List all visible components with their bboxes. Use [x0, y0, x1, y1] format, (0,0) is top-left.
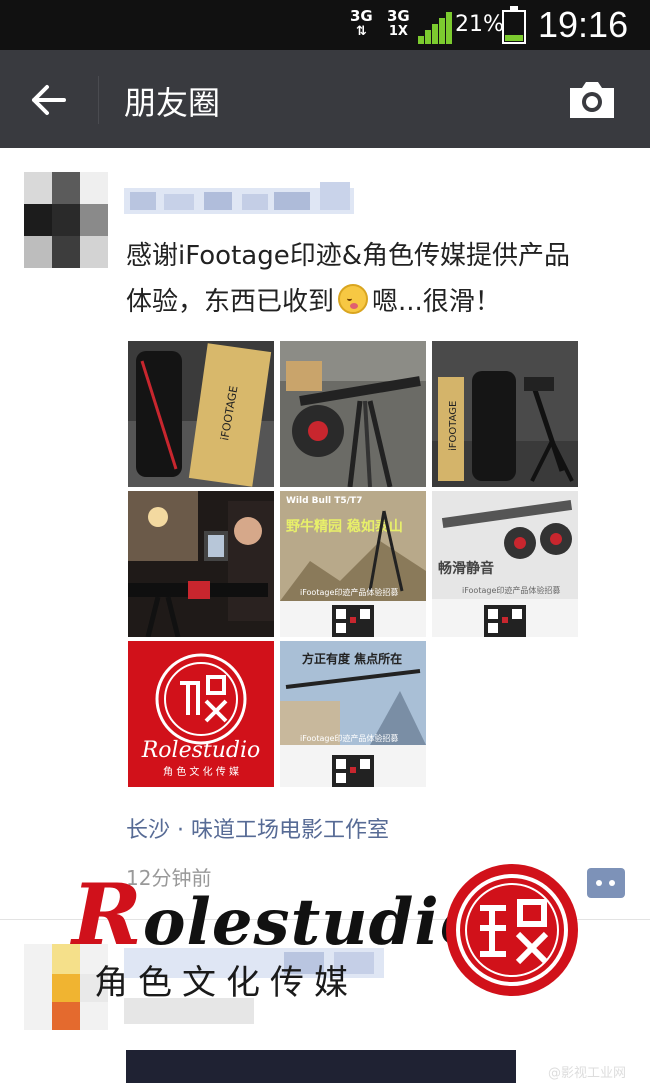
- back-button[interactable]: [20, 72, 80, 128]
- rolestudio-text: Rolestudio: [141, 738, 261, 763]
- post-image-6[interactable]: 畅滑静音 iFootage印迹产品体验招募: [432, 491, 578, 637]
- network-3g-indicator: 3G ⇅: [350, 8, 373, 40]
- post-image-1[interactable]: iFOOTAGE: [128, 341, 274, 487]
- battery-icon: [502, 6, 526, 44]
- banner-caption: iFootage印迹产品体验招募: [462, 585, 560, 595]
- post-image-3[interactable]: iFOOTAGE: [432, 341, 578, 487]
- rolestudio-sub: 角 色 文 化 传 媒: [163, 765, 239, 778]
- nav-divider: [98, 76, 99, 124]
- avatar[interactable]: [24, 172, 108, 268]
- network-3g1x-indicator: 3G 1X: [387, 8, 410, 40]
- page-title: 朋友圈: [124, 84, 221, 122]
- post-location-link[interactable]: 长沙 · 味道工场电影工作室: [126, 812, 389, 844]
- status-bar: 3G ⇅ 3G 1X 21% 19:16: [0, 0, 650, 50]
- post-image-5[interactable]: Wild Bull T5/T7 野牛精园 稳如泰山 iFootage印迹产品体验…: [280, 491, 426, 637]
- post-image-7-rolestudio-logo[interactable]: Rolestudio 角 色 文 化 传 媒: [128, 641, 274, 787]
- post-image-4[interactable]: [128, 491, 274, 637]
- rolestudio-watermark-subtitle: 角色文化传媒: [94, 963, 358, 1003]
- rolestudio-seal-icon: [444, 862, 580, 998]
- data-arrows-icon: ⇅: [355, 24, 367, 39]
- site-watermark: @影视工业网: [548, 1066, 627, 1081]
- post-text-line1: 感谢iFootage印迹&角色传媒提供产品: [126, 241, 570, 271]
- battery-level-fill: [505, 34, 523, 41]
- banner-headline: 畅滑静音: [438, 560, 494, 577]
- next-post-image-preview[interactable]: [126, 1050, 516, 1083]
- battery-percent: 21%: [455, 12, 504, 37]
- network-sub-label: 1X: [388, 24, 408, 39]
- blushing-face-emoji-icon: [338, 284, 369, 314]
- network-label: 3G: [350, 7, 373, 25]
- top-navbar: 朋友圈: [0, 50, 650, 148]
- rolestudio-watermark-wordmark: Rolestudio: [72, 865, 484, 964]
- post-image-2[interactable]: [280, 341, 426, 487]
- camera-button[interactable]: [566, 78, 618, 122]
- banner-caption: iFootage印迹产品体验招募: [300, 733, 398, 743]
- post-text-line2: 体验，东西已收到 嗯...很滑！: [126, 279, 636, 325]
- post-image-8[interactable]: 方正有度 焦点所在 iFootage印迹产品体验招募: [280, 641, 426, 787]
- camera-icon: [570, 82, 614, 118]
- box-label: iFOOTAGE: [448, 401, 459, 451]
- post-text: 感谢iFootage印迹&角色传媒提供产品 体验，东西已收到 嗯...很滑！: [126, 233, 636, 325]
- signal-strength-icon: [418, 12, 452, 44]
- clock: 19:16: [538, 4, 629, 45]
- image-grid: iFOOTAGE iFOOTAGE Wild Bull T5/T7 野牛精园 稳…: [128, 341, 580, 787]
- comment-more-button[interactable]: [587, 868, 625, 898]
- banner-caption: iFootage印迹产品体验招募: [300, 587, 398, 597]
- banner-headline: 方正有度 焦点所在: [302, 651, 402, 666]
- banner-label: Wild Bull T5/T7: [286, 496, 362, 506]
- dot-icon: [609, 880, 615, 886]
- network-label: 3G: [387, 7, 410, 25]
- arrow-left-icon: [32, 85, 66, 115]
- username-blurred[interactable]: [124, 178, 354, 220]
- dot-icon: [596, 880, 602, 886]
